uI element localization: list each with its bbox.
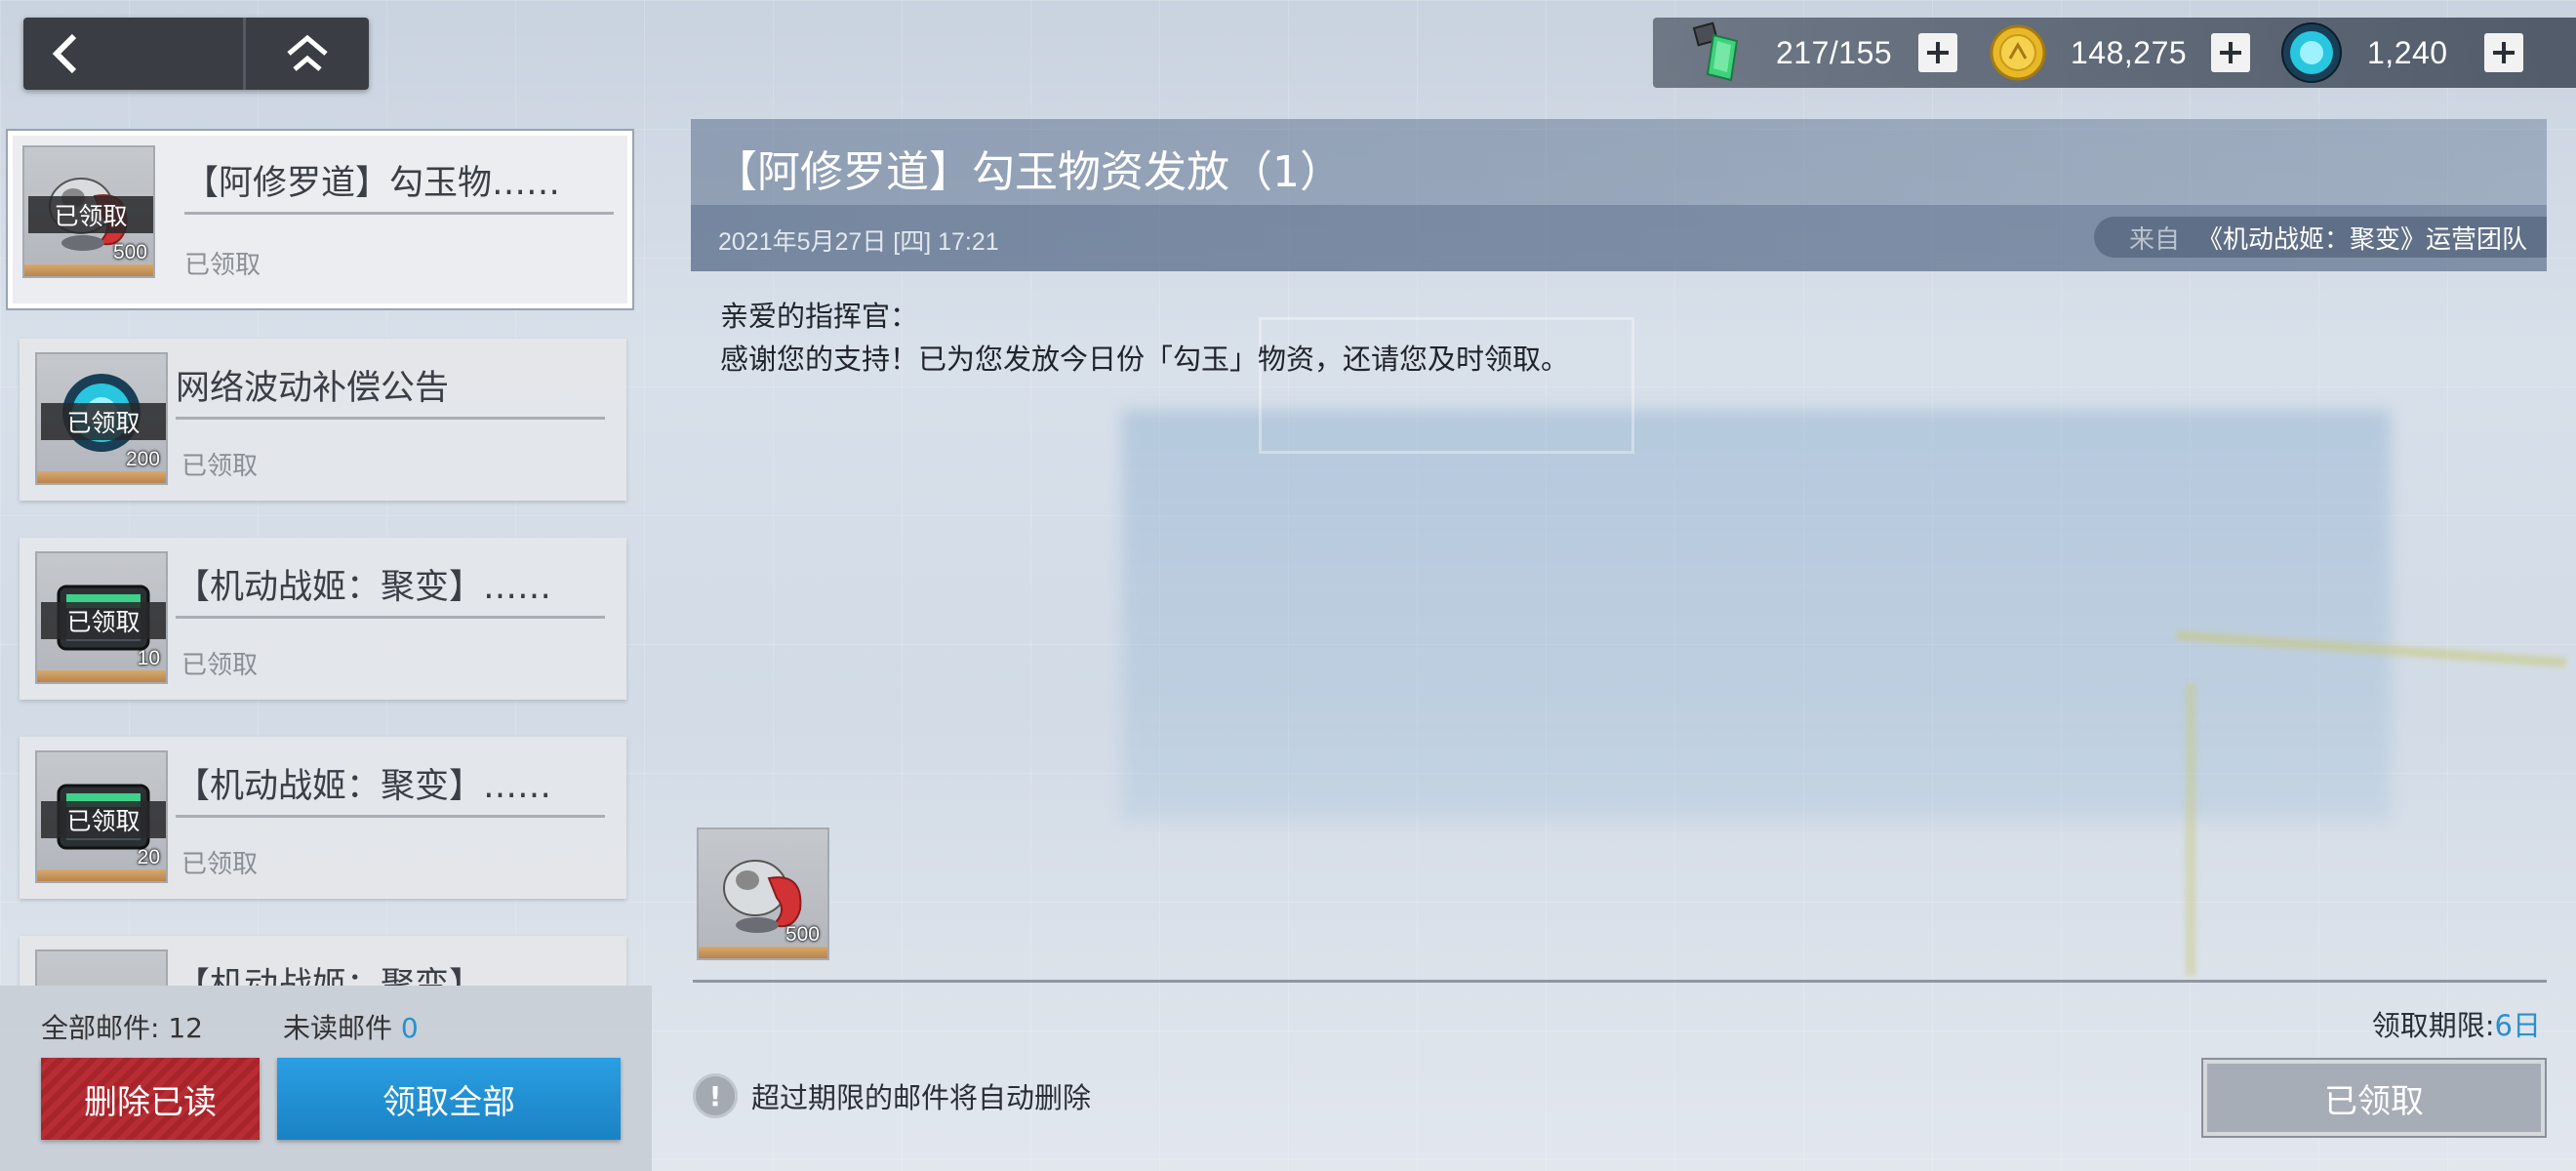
mail-item-status: 已领取 [181,452,259,481]
gold-coin-icon [1990,24,2046,81]
mail-item-selected[interactable]: 已领取 500 【阿修罗道】勾玉物…… 已领取 [8,131,632,308]
cyan-gem-icon [2281,22,2342,83]
add-gold-button[interactable] [2211,33,2250,72]
mail-item[interactable]: 已领取 200 网络波动补偿公告 已领取 [20,339,626,501]
item-quantity: 20 [137,846,160,868]
total-mail-count: 全部邮件: 12 [41,1012,203,1044]
mail-summary-panel: 全部邮件: 12 未读邮件 0 删除已读 领取全部 [0,986,652,1171]
deadline-label: 领取期限: [2371,1009,2495,1042]
mail-item-icon: 已领取 200 [35,352,168,485]
mail-item-status: 已领取 [181,850,259,879]
claimed-tag: 已领取 [28,196,153,233]
home-button[interactable] [246,18,369,90]
claimed-button[interactable]: 已领取 [2201,1058,2547,1138]
reward-quantity: 500 [785,923,820,946]
mail-item-title: 【阿修罗道】勾玉物…… [184,164,561,203]
claim-all-button[interactable]: 领取全部 [277,1058,621,1140]
sender-name: 《机动战姬：聚变》运营团队 [2196,224,2527,255]
mail-item-title: 【机动战姬：聚变】…… [176,966,552,986]
sender-label: 来自 [2128,224,2180,255]
mail-detail-header: 【阿修罗道】勾玉物资发放（1） 2021年5月27日 [四] 17:21 来自 … [691,119,2547,271]
mail-item-title: 网络波动补偿公告 [176,369,450,408]
currency-stamina-value: 217/155 [1776,34,1893,70]
unread-number: 0 [400,1012,419,1044]
mail-item-divider [176,616,605,619]
unread-mail-count: 未读邮件 0 [283,1007,419,1046]
currency-gem [2279,18,2344,88]
mail-item[interactable]: 【机动战姬：聚变】…… [20,936,626,986]
add-stamina-button[interactable] [1918,33,1957,72]
unread-label: 未读邮件 [283,1012,393,1044]
mail-greeting: 亲爱的指挥官： [720,300,919,333]
claimed-tag: 已领取 [41,602,166,639]
reward-item[interactable]: 500 [697,828,829,960]
mail-item-title: 【机动战姬：聚变】…… [176,767,552,806]
mail-item-status: 已领取 [184,251,262,280]
mail-item-title: 【机动战姬：聚变】…… [176,568,552,607]
back-button[interactable] [23,18,246,90]
currency-gem-value: 1,240 [2367,34,2448,70]
claimed-tag: 已领取 [41,403,166,440]
chevron-left-icon [52,33,77,74]
mail-item-icon: 已领取 10 [35,551,168,684]
deadline-days: 6日 [2494,1009,2541,1042]
add-gem-button[interactable] [2484,33,2523,72]
home-icon [287,34,328,71]
mail-detail-title: 【阿修罗道】勾玉物资发放（1） [714,147,1343,197]
mail-item-status: 已领取 [181,651,259,680]
mail-date: 2021年5月27日 [四] 17:21 [718,228,999,256]
mail-detail-meta: 2021年5月27日 [四] 17:21 来自 《机动战姬：聚变》运营团队 [691,205,2547,271]
mail-sender: 来自 《机动战姬：聚变》运营团队 [2093,217,2547,258]
claimed-tag: 已领取 [41,801,166,838]
currency-stamina [1692,18,1747,88]
mail-list: 已领取 500 【阿修罗道】勾玉物…… 已领取 已领取 200 网络波动补偿公告… [0,127,644,986]
mail-item[interactable]: 已领取 10 【机动战姬：聚变】…… 已领取 [20,538,626,700]
top-nav [23,18,369,90]
claim-deadline: 领取期限:6日 [2372,1003,2541,1044]
item-quantity: 500 [112,241,147,263]
expiry-notice-text: 超过期限的邮件将自动删除 [751,1081,1092,1114]
currency-gold [1989,18,2047,88]
mail-item-icon [35,949,168,986]
currency-bar: 217/155 148,275 1,240 [1653,18,2576,88]
green-crystal-icon [1692,21,1739,82]
item-quantity: 200 [125,448,160,470]
expiry-notice: ! 超过期限的邮件将自动删除 [693,1073,1091,1118]
info-icon: ! [693,1073,738,1118]
detail-divider [693,980,2547,983]
mail-body: 亲爱的指挥官： 感谢您的支持！已为您发放今日份「勾玉」物资，还请您及时领取。 [720,295,1569,381]
mail-item-divider [176,815,605,818]
mail-body-text: 感谢您的支持！已为您发放今日份「勾玉」物资，还请您及时领取。 [720,343,1570,376]
currency-gold-value: 148,275 [2071,34,2188,70]
mail-item-divider [184,212,614,215]
item-quantity: 10 [137,647,160,669]
mail-item[interactable]: 已领取 20 【机动战姬：聚变】…… 已领取 [20,737,626,899]
mail-item-icon: 已领取 500 [22,145,155,278]
delete-read-button[interactable]: 删除已读 [41,1058,260,1140]
mail-item-divider [176,417,605,420]
mail-item-icon: 已领取 20 [35,750,168,883]
